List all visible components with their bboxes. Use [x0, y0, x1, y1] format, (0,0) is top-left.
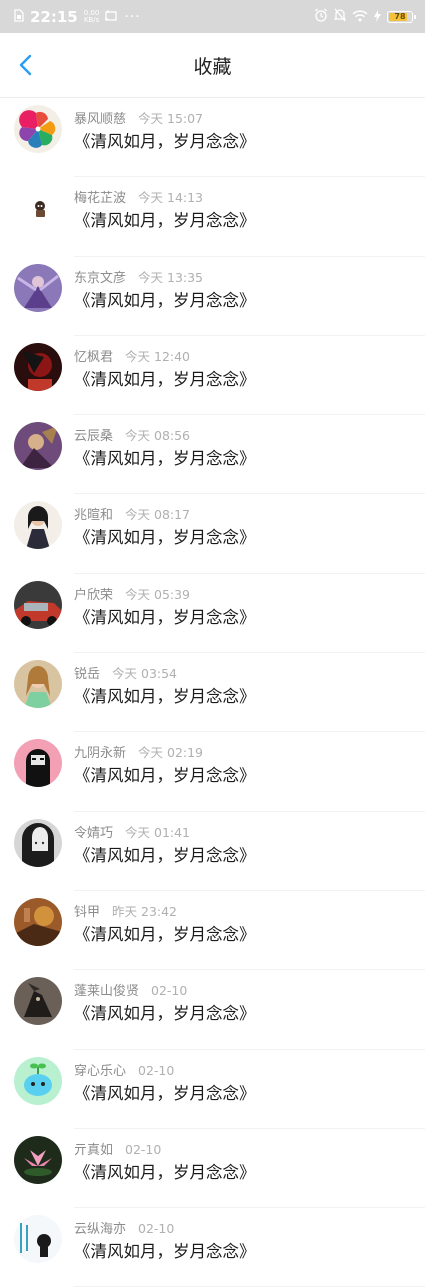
favorite-item[interactable]: 锐岳 今天 03:54 《清风如月，岁月念念》: [0, 653, 425, 733]
item-text: 《清风如月，岁月念念》: [74, 924, 256, 944]
favorite-item[interactable]: 云辰桑 今天 08:56 《清风如月，岁月念念》: [0, 415, 425, 495]
item-time: 今天 15:07: [138, 111, 204, 126]
item-time: 今天 05:39: [125, 586, 191, 602]
avatar[interactable]: [14, 1135, 62, 1184]
avatar[interactable]: [14, 422, 62, 471]
item-name: 兆暄和: [74, 508, 114, 524]
status-bar: 22:15 0.00 KB/s ··· 78: [0, 0, 425, 33]
status-time: 22:15: [30, 7, 78, 26]
item-time: 今天 14:13: [138, 190, 204, 206]
screenshot-icon: [105, 7, 118, 26]
favorite-item[interactable]: 东京文彦 今天 13:35 《清风如月，岁月念念》: [0, 257, 425, 337]
item-time: 昨天 23:42: [112, 903, 178, 919]
item-name: 暴风顺慈: [74, 112, 127, 127]
favorite-item[interactable]: 兆暄和 今天 08:17 《清风如月，岁月念念》: [0, 494, 425, 575]
battery-level: 78: [394, 12, 406, 21]
item-text: 《清风如月，岁月念念》: [74, 132, 256, 151]
item-text: 《清风如月，岁月念念》: [74, 528, 256, 548]
item-name: 户欣荣: [74, 587, 114, 603]
nav-header: 收藏: [0, 33, 425, 98]
favorite-item[interactable]: 九阴永新 今天 02:19 《清风如月，岁月念念》: [0, 732, 425, 812]
item-name: 云辰桑: [74, 429, 114, 445]
item-text: 《清风如月，岁月念念》: [74, 369, 256, 389]
item-name: 梅花芷波: [74, 191, 127, 207]
charging-icon: [374, 7, 381, 26]
avatar[interactable]: [14, 977, 62, 1026]
item-text: 《清风如月，岁月念念》: [74, 211, 256, 231]
item-name: 云纵海亦: [74, 1222, 127, 1238]
page-title: 收藏: [193, 56, 232, 78]
item-time: 今天 03:54: [112, 666, 178, 682]
wifi-icon: [352, 7, 368, 26]
item-time: 今天 12:40: [125, 348, 191, 364]
favorite-item[interactable]: 暴风顺慈 今天 15:07 《清风如月，岁月念念》: [0, 98, 425, 178]
network-speed: 0.00 KB/s: [83, 9, 100, 24]
avatar[interactable]: [14, 105, 62, 153]
item-time: 今天 02:19: [138, 745, 204, 761]
item-text: 《清风如月，岁月念念》: [74, 1004, 256, 1024]
item-time: 今天 08:56: [125, 428, 191, 444]
battery-icon: 78: [387, 10, 416, 23]
avatar[interactable]: [14, 342, 62, 391]
sim-icon: [14, 7, 24, 26]
item-text: 《清风如月，岁月念念》: [74, 845, 256, 865]
item-text: 《清风如月，岁月念念》: [74, 1083, 256, 1103]
item-time: 今天 01:41: [125, 824, 191, 840]
item-name: 九阴永新: [74, 746, 127, 762]
favorites-list: 暴风顺慈 今天 15:07 《清风如月，岁月念念》 梅花芷波 今天 14:13 《清…: [0, 98, 425, 1287]
item-time: 今天 13:35: [138, 269, 204, 285]
favorite-item[interactable]: 亓真如 02-10 《清风如月，岁月念念》: [0, 1129, 425, 1209]
item-text: 《清风如月，岁月念念》: [74, 607, 256, 627]
more-notifications: ···: [124, 8, 141, 25]
favorite-item[interactable]: 忆枫君 今天 12:40 《清风如月，岁月念念》: [0, 336, 425, 416]
avatar[interactable]: [14, 263, 62, 312]
item-name: 穿心乐心: [74, 1063, 127, 1079]
avatar[interactable]: [14, 1215, 62, 1264]
back-button[interactable]: [10, 47, 40, 83]
avatar[interactable]: [14, 660, 62, 709]
item-time: 02-10: [125, 1141, 162, 1157]
favorite-item[interactable]: 令婧巧 今天 01:41 《清风如月，岁月念念》: [0, 812, 425, 892]
favorite-item[interactable]: 户欣荣 今天 05:39 《清风如月，岁月念念》: [0, 574, 425, 654]
favorite-item[interactable]: 云纵海亦 02-10 《清风如月，岁月念念》: [0, 1208, 425, 1287]
item-name: 亓真如: [74, 1142, 114, 1158]
item-name: 钭甲: [74, 904, 101, 920]
mute-icon: [333, 7, 347, 26]
item-time: 02-10: [151, 983, 188, 999]
item-name: 蓬莱山俊贤: [74, 984, 140, 1000]
item-text: 《清风如月，岁月念念》: [74, 290, 256, 310]
item-name: 忆枫君: [74, 349, 114, 365]
avatar[interactable]: [14, 897, 62, 946]
avatar[interactable]: [14, 501, 62, 550]
item-text: 《清风如月，岁月念念》: [74, 766, 256, 786]
item-text: 《清风如月，岁月念念》: [74, 1242, 256, 1262]
item-name: 锐岳: [74, 667, 101, 683]
favorite-item[interactable]: 梅花芷波 今天 14:13 《清风如月，岁月念念》: [0, 177, 425, 257]
avatar[interactable]: [14, 184, 62, 233]
favorite-item[interactable]: 蓬莱山俊贤 02-10 《清风如月，岁月念念》: [0, 970, 425, 1050]
avatar[interactable]: [14, 739, 62, 788]
avatar[interactable]: [14, 1056, 62, 1105]
item-name: 令婧巧: [74, 825, 114, 841]
item-text: 《清风如月，岁月念念》: [74, 449, 256, 469]
item-time: 02-10: [138, 1062, 175, 1078]
item-time: 今天 08:17: [125, 507, 191, 523]
avatar[interactable]: [14, 580, 62, 629]
favorite-item[interactable]: 钭甲 昨天 23:42 《清风如月，岁月念念》: [0, 891, 425, 971]
item-text: 《清风如月，岁月念念》: [74, 687, 256, 707]
item-time: 02-10: [138, 1221, 175, 1237]
chevron-left-icon: [19, 54, 32, 76]
network-speed-unit: KB/s: [83, 15, 100, 24]
item-name: 东京文彦: [74, 270, 127, 286]
avatar[interactable]: [14, 818, 62, 867]
item-text: 《清风如月，岁月念念》: [74, 1162, 256, 1182]
favorite-item[interactable]: 穿心乐心 02-10 《清风如月，岁月念念》: [0, 1050, 425, 1130]
alarm-icon: [314, 7, 328, 26]
